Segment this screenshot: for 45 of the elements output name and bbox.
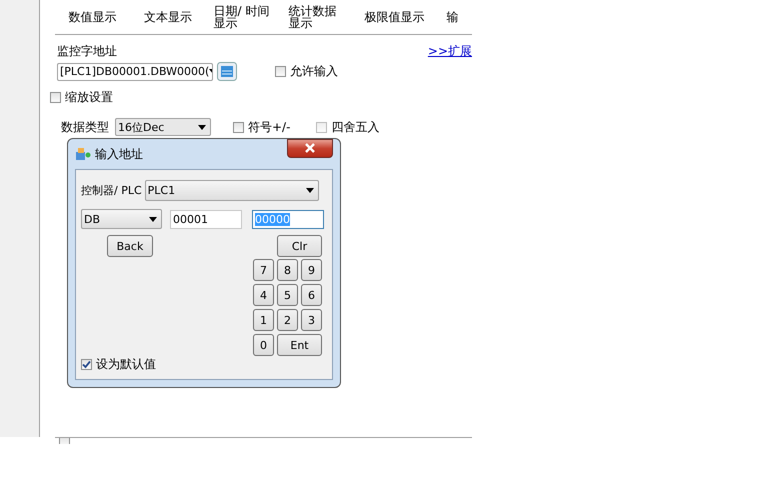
checkbox-label: 设为默认值 bbox=[96, 356, 156, 373]
keypad-key[interactable]: 1 bbox=[253, 309, 274, 331]
tab[interactable]: 极限值显示 bbox=[356, 11, 434, 23]
checkbox-label: 符号+/- bbox=[248, 118, 290, 136]
block-field[interactable]: 00001 bbox=[170, 210, 242, 228]
keypad-key[interactable]: 7 bbox=[253, 259, 274, 281]
checkbox-label: 缩放设置 bbox=[65, 89, 113, 106]
checkbox[interactable] bbox=[275, 66, 286, 77]
field-label: 监控字地址 bbox=[57, 43, 117, 60]
checkbox-label: 四舍五入 bbox=[331, 118, 380, 136]
clear-button[interactable]: Clr bbox=[277, 235, 322, 257]
keypad-key[interactable]: 8 bbox=[277, 259, 298, 281]
tab[interactable]: 数值显示 bbox=[55, 11, 130, 23]
close-button[interactable] bbox=[287, 138, 333, 158]
tab[interactable]: 日期/ 时间显示 bbox=[205, 5, 281, 29]
caret-icon bbox=[198, 124, 206, 130]
keypad-key[interactable]: Ent bbox=[277, 334, 322, 356]
checkbox-label: 允许输入 bbox=[290, 63, 338, 80]
keypad-key[interactable]: 6 bbox=[301, 284, 322, 306]
checkbox[interactable] bbox=[81, 359, 92, 370]
back-button[interactable]: Back bbox=[107, 235, 153, 257]
keypad-key[interactable]: 3 bbox=[301, 309, 322, 331]
caret-icon bbox=[149, 216, 157, 222]
keypad-key[interactable]: 4 bbox=[253, 284, 274, 306]
keypad-key[interactable]: 0 bbox=[253, 334, 274, 356]
data-type-dropdown[interactable]: 16位Dec bbox=[115, 118, 211, 136]
keypad-key[interactable]: 9 bbox=[301, 259, 322, 281]
dialog-title: 输入地址 bbox=[95, 146, 143, 162]
keypad-key[interactable]: 2 bbox=[277, 309, 298, 331]
controller-dropdown[interactable]: PLC1 bbox=[144, 180, 319, 201]
close-icon bbox=[304, 143, 316, 153]
expand-link[interactable]: >>扩展 bbox=[428, 43, 472, 60]
tab[interactable]: 输 bbox=[433, 11, 472, 23]
checkbox[interactable] bbox=[50, 92, 61, 103]
address-dropdown[interactable]: [PLC1]DB00001.DBW0000( bbox=[57, 62, 213, 80]
field-label: 控制器/ PLC bbox=[81, 183, 142, 198]
keypad-icon[interactable] bbox=[217, 62, 237, 81]
area-dropdown[interactable]: DB bbox=[81, 209, 162, 229]
tab[interactable]: 文本显示 bbox=[130, 11, 206, 23]
app-icon bbox=[75, 147, 91, 161]
keypad-key[interactable]: 5 bbox=[277, 284, 298, 306]
field-label: 数据类型 bbox=[61, 118, 109, 136]
tab[interactable]: 统计数据显示 bbox=[280, 5, 356, 29]
checkbox[interactable] bbox=[233, 122, 244, 132]
caret-icon bbox=[306, 188, 314, 193]
